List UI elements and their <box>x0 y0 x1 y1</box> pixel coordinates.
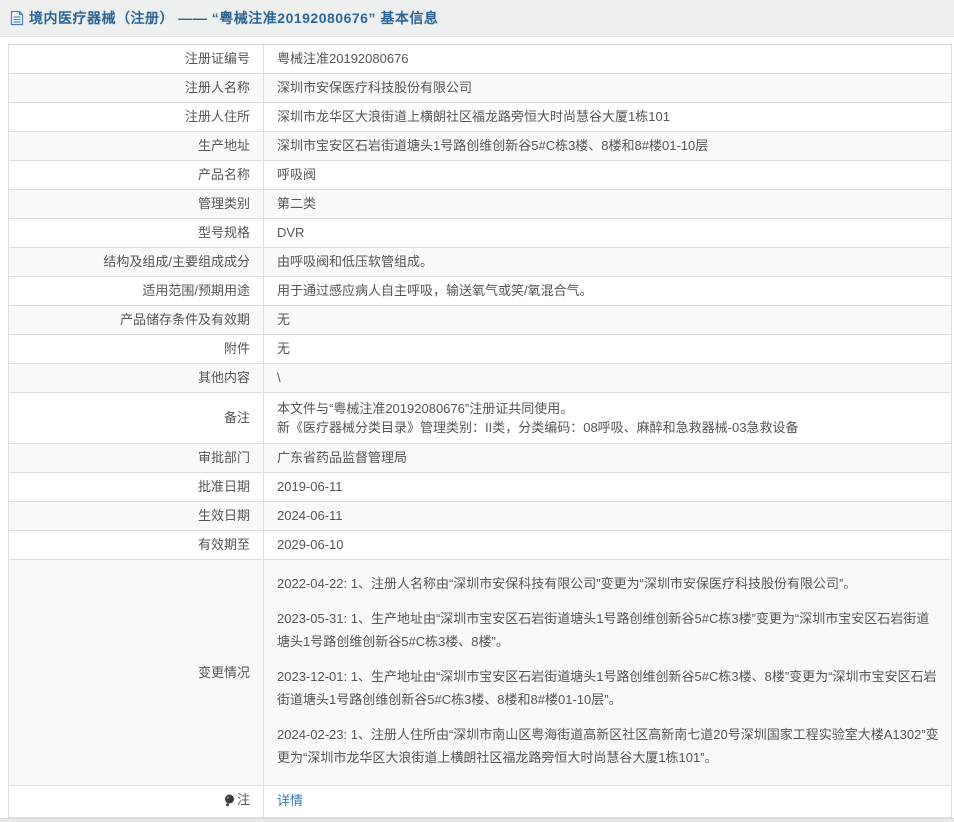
row-label: 其他内容 <box>9 364 264 393</box>
row-value: 由呼吸阀和低压软管组成。 <box>264 248 952 277</box>
row-value: 广东省药品监督管理局 <box>264 444 952 473</box>
page-title: 境内医疗器械（注册） —— “粤械注准20192080676” 基本信息 <box>29 8 438 28</box>
table-row-management-category: 管理类别 第二类 <box>9 190 952 219</box>
row-value: 2022-04-22: 1、注册人名称由“深圳市安保科技有限公司”变更为“深圳市… <box>264 560 952 786</box>
row-value: 2029-06-10 <box>264 531 952 560</box>
row-value: 2019-06-11 <box>264 473 952 502</box>
table-row-expiry-date: 有效期至 2029-06-10 <box>9 531 952 560</box>
document-icon <box>10 10 24 26</box>
row-value: \ <box>264 364 952 393</box>
table-row-note: 注 详情 <box>9 786 952 818</box>
note-label-text: 注 <box>237 792 250 808</box>
row-label: 备注 <box>9 393 264 444</box>
remark-line: 本文件与“粤械注准20192080676”注册证共同使用。 <box>277 399 941 418</box>
remark-line: 新《医疗器械分类目录》管理类别：II类，分类编码：08呼吸、麻醉和急救器械-03… <box>277 418 941 437</box>
table-row-registrant-name: 注册人名称 深圳市安保医疗科技股份有限公司 <box>9 74 952 103</box>
table-row-registration-number: 注册证编号 粤械注准20192080676 <box>9 45 952 74</box>
note-icon <box>224 794 235 807</box>
table-row-intended-use: 适用范围/预期用途 用于通过感应病人自主呼吸，输送氧气或笑/氧混合气。 <box>9 277 952 306</box>
row-label: 生效日期 <box>9 502 264 531</box>
row-value: 无 <box>264 306 952 335</box>
row-value: 深圳市安保医疗科技股份有限公司 <box>264 74 952 103</box>
row-value: 用于通过感应病人自主呼吸，输送氧气或笑/氧混合气。 <box>264 277 952 306</box>
change-entry: 2022-04-22: 1、注册人名称由“深圳市安保科技有限公司”变更为“深圳市… <box>277 572 941 595</box>
row-label: 批准日期 <box>9 473 264 502</box>
row-value: 第二类 <box>264 190 952 219</box>
row-value: 深圳市龙华区大浪街道上横朗社区福龙路旁恒大时尚慧谷大厦1栋101 <box>264 103 952 132</box>
row-label: 附件 <box>9 335 264 364</box>
page-bottom-strip <box>0 818 954 822</box>
detail-link[interactable]: 详情 <box>277 793 303 808</box>
row-label: 型号规格 <box>9 219 264 248</box>
table-row-product-name: 产品名称 呼吸阀 <box>9 161 952 190</box>
table-row-approval-department: 审批部门 广东省药品监督管理局 <box>9 444 952 473</box>
table-row-structure-composition: 结构及组成/主要组成成分 由呼吸阀和低压软管组成。 <box>9 248 952 277</box>
table-row-attachments: 附件 无 <box>9 335 952 364</box>
table-row-production-address: 生产地址 深圳市宝安区石岩街道塘头1号路创维创新谷5#C栋3楼、8楼和8#楼01… <box>9 132 952 161</box>
row-value: 2024-06-11 <box>264 502 952 531</box>
row-label: 结构及组成/主要组成成分 <box>9 248 264 277</box>
table-row-other-content: 其他内容 \ <box>9 364 952 393</box>
row-value: 详情 <box>264 786 952 818</box>
content-area: 注册证编号 粤械注准20192080676 注册人名称 深圳市安保医疗科技股份有… <box>0 37 954 822</box>
table-row-registrant-address: 注册人住所 深圳市龙华区大浪街道上横朗社区福龙路旁恒大时尚慧谷大厦1栋101 <box>9 103 952 132</box>
row-label: 注册人住所 <box>9 103 264 132</box>
row-label: 产品名称 <box>9 161 264 190</box>
table-row-storage-conditions: 产品储存条件及有效期 无 <box>9 306 952 335</box>
row-label: 适用范围/预期用途 <box>9 277 264 306</box>
row-label: 生产地址 <box>9 132 264 161</box>
table-row-model-spec: 型号规格 DVR <box>9 219 952 248</box>
row-value: 粤械注准20192080676 <box>264 45 952 74</box>
row-value: 无 <box>264 335 952 364</box>
row-label: 审批部门 <box>9 444 264 473</box>
table-row-remarks: 备注 本文件与“粤械注准20192080676”注册证共同使用。 新《医疗器械分… <box>9 393 952 444</box>
table-row-effective-date: 生效日期 2024-06-11 <box>9 502 952 531</box>
row-label: 有效期至 <box>9 531 264 560</box>
table-row-approval-date: 批准日期 2019-06-11 <box>9 473 952 502</box>
row-value: 深圳市宝安区石岩街道塘头1号路创维创新谷5#C栋3楼、8楼和8#楼01-10层 <box>264 132 952 161</box>
change-entry: 2024-02-23: 1、注册人住所由“深圳市南山区粤海街道高新区社区高新南七… <box>277 723 941 769</box>
change-entry: 2023-05-31: 1、生产地址由“深圳市宝安区石岩街道塘头1号路创维创新谷… <box>277 607 941 653</box>
registration-info-table: 注册证编号 粤械注准20192080676 注册人名称 深圳市安保医疗科技股份有… <box>8 44 952 818</box>
page-header: 境内医疗器械（注册） —— “粤械注准20192080676” 基本信息 <box>0 0 954 37</box>
row-value: 本文件与“粤械注准20192080676”注册证共同使用。 新《医疗器械分类目录… <box>264 393 952 444</box>
row-label: 变更情况 <box>9 560 264 786</box>
row-label: 产品储存条件及有效期 <box>9 306 264 335</box>
row-label: 注册证编号 <box>9 45 264 74</box>
row-label: 注册人名称 <box>9 74 264 103</box>
row-value: 呼吸阀 <box>264 161 952 190</box>
change-entry: 2023-12-01: 1、生产地址由“深圳市宝安区石岩街道塘头1号路创维创新谷… <box>277 665 941 711</box>
row-label: 注 <box>9 786 264 818</box>
row-label: 管理类别 <box>9 190 264 219</box>
row-value: DVR <box>264 219 952 248</box>
table-row-change-history: 变更情况 2022-04-22: 1、注册人名称由“深圳市安保科技有限公司”变更… <box>9 560 952 786</box>
